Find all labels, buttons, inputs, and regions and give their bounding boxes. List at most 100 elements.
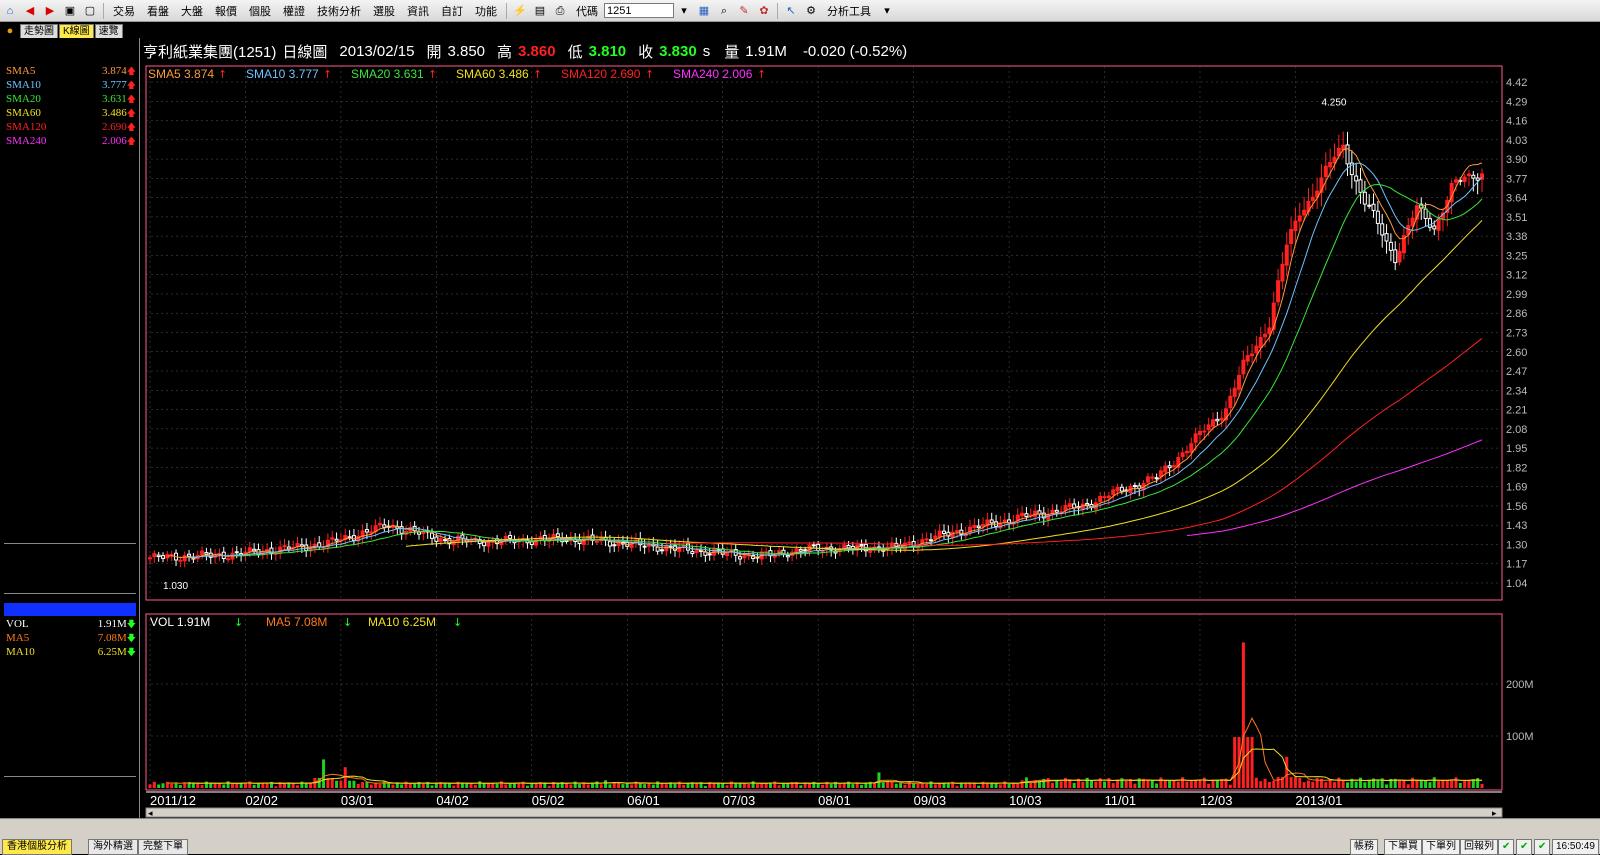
candle-body [655, 546, 660, 552]
volume-bar [686, 783, 690, 788]
volume-bar [768, 782, 772, 788]
sma-line [167, 148, 1483, 559]
volume-bar [1072, 782, 1076, 788]
volume-bar [365, 781, 369, 788]
volume-bar [226, 781, 230, 788]
volume-bar [734, 783, 738, 788]
volume-bar [1385, 784, 1389, 788]
candle-body [1384, 233, 1389, 242]
up-arrow-icon: ↑ [645, 68, 654, 81]
candle-body [594, 540, 599, 543]
candle-body [1466, 173, 1471, 177]
volume-bar [807, 783, 811, 788]
volume-bar [452, 785, 456, 788]
sma-legend-item: SMA5 3.874 [148, 67, 214, 81]
volume-bar [877, 772, 881, 788]
chart-canvas[interactable]: 4.42 4.29 4.16 4.03 3.90 3.77 3.64 3.51 3.38 3.25… [0, 0, 1600, 853]
candle-body [1323, 165, 1328, 178]
candle-body [187, 553, 192, 557]
volume-bar [1419, 779, 1423, 788]
candle-body [234, 551, 239, 554]
volume-bar [903, 784, 907, 788]
volume-bar [725, 785, 729, 788]
volume-bar [1016, 783, 1020, 788]
sma-line [232, 183, 1483, 557]
candle-body [1263, 333, 1268, 338]
volume-bar [1411, 777, 1415, 788]
volume-bar [925, 783, 929, 788]
price-tick-label: 2.21 [1506, 405, 1527, 417]
price-tick-label: 1.43 [1506, 520, 1527, 532]
volume-bar [335, 780, 339, 788]
volume-bar [1415, 779, 1419, 788]
volume-bar [400, 784, 404, 788]
volume-bar [1176, 781, 1180, 788]
candle-body [742, 555, 747, 559]
volume-bar [656, 781, 660, 788]
candle-body [811, 544, 816, 547]
sma-legend-item: SMA20 3.631 [351, 67, 424, 81]
volume-bar [677, 781, 681, 788]
volume-bar [682, 784, 686, 788]
candle-body [382, 524, 387, 528]
candle-body [1232, 387, 1237, 397]
volume-bar [1311, 781, 1315, 788]
candle-body [1393, 249, 1398, 264]
candle-body [989, 519, 994, 524]
candle-body [1197, 430, 1202, 436]
volume-bar [352, 780, 356, 788]
volume-bar [886, 781, 890, 788]
candle-body [868, 550, 873, 553]
volume-bar [482, 783, 486, 788]
sma-legend-item: SMA60 3.486 [456, 67, 529, 81]
volume-bar [1241, 642, 1245, 788]
candle-body [347, 536, 352, 539]
candle-body [1154, 477, 1159, 480]
candle-body [317, 542, 322, 548]
volume-bar [1324, 782, 1328, 788]
candle-body [1050, 509, 1055, 514]
volume-bar [764, 783, 768, 788]
volume-bar [512, 782, 516, 788]
volume-bar [695, 783, 699, 788]
date-tick-label: 03/01 [341, 793, 374, 808]
candle-body [1219, 417, 1224, 421]
candle-body [508, 534, 513, 539]
volume-bar [912, 783, 916, 788]
candle-body [1297, 215, 1302, 222]
volume-bar [977, 785, 981, 788]
volume-bar [747, 783, 751, 788]
candle-body [1193, 433, 1198, 443]
volume-bar [1163, 779, 1167, 788]
candle-body [1020, 512, 1025, 517]
candle-body [1310, 196, 1315, 202]
volume-bar [1441, 780, 1445, 788]
volume-bar [890, 782, 894, 788]
status-bar: 香港個股分析 海外精選 完整下單 帳務 下單買 下單列 回報列 ✔ ✔ ✔ 16:50:49 [0, 818, 1600, 855]
price-tick-label: 4.29 [1506, 96, 1527, 108]
volume-bar [660, 783, 664, 788]
chart-scrollbar [145, 807, 1503, 818]
candle-body [1423, 208, 1428, 220]
volume-bar [443, 783, 447, 788]
sma-legend-item: SMA10 3.777 [246, 67, 319, 81]
volume-bar [1467, 780, 1471, 788]
candle-body [182, 555, 187, 562]
down-arrow-icon: ↓ [234, 616, 243, 629]
volume-bar [1359, 777, 1363, 788]
volume-bar [161, 783, 165, 788]
volume-bar [955, 785, 959, 788]
volume-bar [1215, 779, 1219, 788]
volume-bar [829, 784, 833, 788]
volume-tick-label: 100M [1506, 731, 1534, 743]
price-tick-label: 1.30 [1506, 539, 1527, 551]
volume-bar [929, 781, 933, 788]
candle-body [1180, 452, 1185, 457]
volume-bar [1189, 781, 1193, 788]
candle-body [364, 529, 369, 533]
volume-bar [1445, 780, 1449, 788]
volume-bar [1211, 779, 1215, 788]
volume-bar [322, 759, 326, 788]
candle-body [607, 541, 612, 547]
volume-bar [547, 785, 551, 788]
